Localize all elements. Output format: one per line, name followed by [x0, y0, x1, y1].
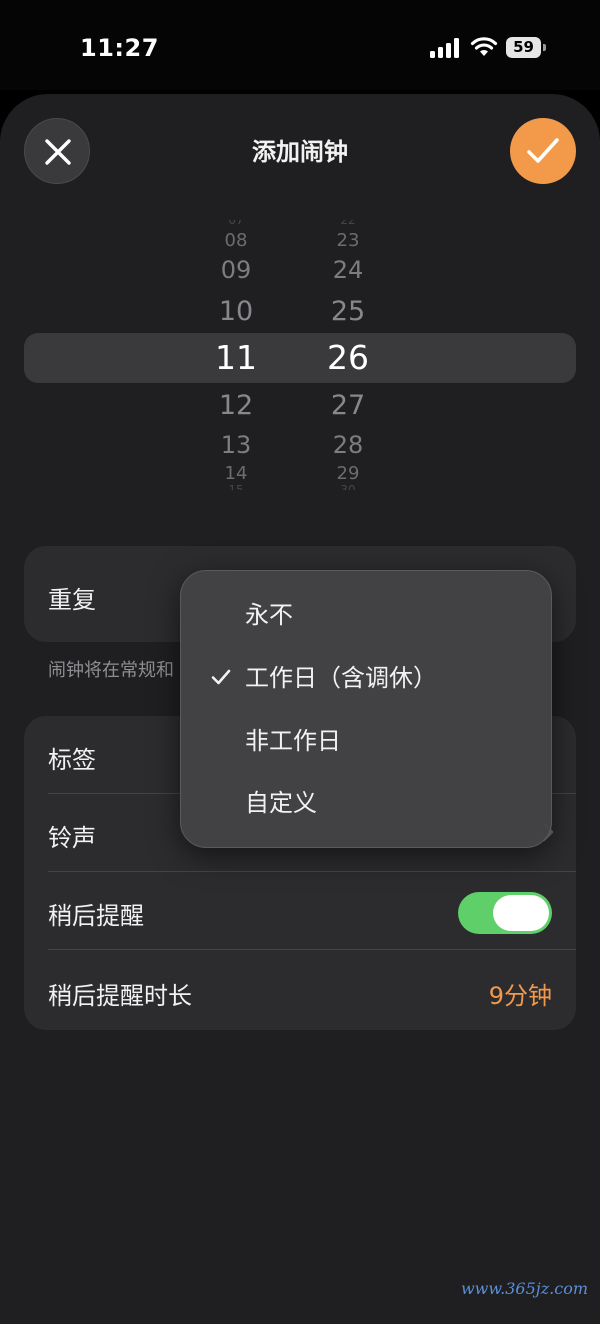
hour-wheel-item[interactable]: 08: [176, 232, 296, 250]
minute-wheel[interactable]: 22 23 24 25 26 27 28 29 30: [288, 220, 408, 492]
repeat-note: 闹钟将在常规和: [48, 660, 174, 681]
snooze-toggle[interactable]: [458, 892, 552, 934]
label-row-label: 标签: [48, 746, 96, 774]
menu-item-workdays[interactable]: 工作日（含调休）: [181, 648, 553, 710]
watermark: www.365jz.com: [460, 1279, 588, 1298]
hour-wheel-item[interactable]: 09: [176, 258, 296, 282]
battery-nub: [543, 44, 546, 51]
menu-item-non-workdays[interactable]: 非工作日: [181, 711, 553, 773]
menu-item-label: 非工作日: [245, 727, 341, 755]
divider: [48, 949, 576, 950]
battery-icon: 59: [506, 37, 546, 58]
hour-wheel-item[interactable]: 11: [176, 341, 296, 374]
menu-item-label: 工作日（含调休）: [245, 664, 437, 692]
minute-wheel-item[interactable]: 24: [288, 258, 408, 282]
hour-wheel-item[interactable]: 14: [176, 465, 296, 483]
confirm-button[interactable]: [510, 118, 576, 184]
hour-wheel-item[interactable]: 10: [176, 298, 296, 325]
menu-item-label: 自定义: [245, 789, 317, 817]
repeat-options-menu: 永不 工作日（含调休） 非工作日 自定义: [180, 570, 552, 848]
repeat-label: 重复: [48, 586, 96, 614]
minute-wheel-item[interactable]: 25: [288, 298, 408, 325]
hour-wheel-item[interactable]: 13: [176, 433, 296, 457]
snooze-duration-value: 9分钟: [488, 982, 552, 1010]
status-bar: 11:27 59: [0, 0, 600, 90]
wifi-icon: [470, 37, 498, 56]
minute-wheel-item[interactable]: 26: [288, 341, 408, 374]
checkmark-icon: [527, 138, 559, 163]
minute-wheel-item[interactable]: 27: [288, 392, 408, 419]
menu-item-label: 永不: [245, 601, 293, 629]
toggle-knob: [493, 895, 549, 931]
battery-level: 59: [513, 38, 534, 56]
ringtone-row-label: 铃声: [48, 824, 96, 852]
menu-item-never[interactable]: 永不: [181, 585, 553, 647]
snooze-row: 稍后提醒: [24, 872, 576, 950]
snooze-duration-label: 稍后提醒时长: [48, 982, 192, 1010]
hour-wheel[interactable]: 07 08 09 10 11 12 13 14 15: [176, 220, 296, 492]
menu-item-custom[interactable]: 自定义: [181, 773, 553, 835]
minute-wheel-item[interactable]: 23: [288, 232, 408, 250]
hour-wheel-item[interactable]: 12: [176, 392, 296, 419]
minute-wheel-item[interactable]: 28: [288, 433, 408, 457]
minute-wheel-item[interactable]: 29: [288, 465, 408, 483]
status-time: 11:27: [80, 34, 159, 62]
checkmark-icon: [211, 669, 231, 685]
cellular-signal-icon: [430, 38, 459, 58]
snooze-row-label: 稍后提醒: [48, 902, 144, 930]
snooze-duration-row[interactable]: 稍后提醒时长 9分钟: [24, 952, 576, 1030]
